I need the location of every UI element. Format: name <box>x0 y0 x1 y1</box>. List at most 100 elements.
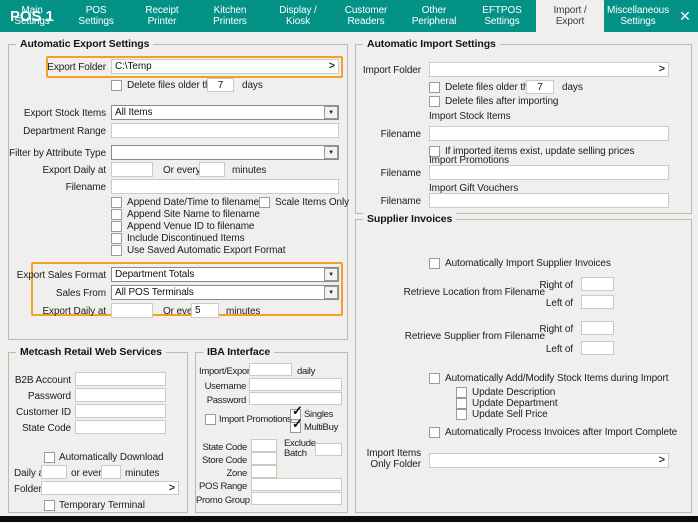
promo-group-input[interactable] <box>251 492 342 505</box>
append-datetime-checkbox[interactable] <box>111 197 122 208</box>
delete-after-import-checkbox[interactable] <box>429 96 440 107</box>
tab-other-peripheral[interactable]: Other Peripheral <box>400 0 468 32</box>
sales-from-dropdown[interactable]: All POS Terminals ▼ <box>111 285 339 300</box>
update-department-checkbox[interactable] <box>456 398 467 409</box>
dropdown-arrow-icon[interactable]: ▼ <box>324 106 338 119</box>
sales-from-label: Sales From <box>9 288 106 299</box>
pos-range-input[interactable] <box>251 478 342 491</box>
browse-folder-button[interactable]: > <box>659 64 665 75</box>
minutes-label: minutes <box>125 468 159 479</box>
every-minutes-input[interactable] <box>101 465 121 479</box>
location-right-of-input[interactable] <box>581 277 614 291</box>
checkmark-icon: ✓ <box>292 417 303 430</box>
password-label: Password <box>196 395 246 406</box>
promotions-filename-input[interactable] <box>429 165 669 180</box>
append-venue-id-checkbox[interactable] <box>111 221 122 232</box>
export-sales-format-dropdown[interactable]: Department Totals ▼ <box>111 267 339 282</box>
close-icon[interactable]: ✕ <box>672 0 698 32</box>
delete-days-input[interactable]: 7 <box>526 80 554 94</box>
scale-items-only-checkbox[interactable] <box>259 197 270 208</box>
state-code-input[interactable] <box>75 420 166 434</box>
update-sell-price-label: Update Sell Price <box>472 409 548 420</box>
vouchers-filename-label: Filename <box>356 196 421 207</box>
automatic-export-settings-panel: Automatic Export Settings Export Folder … <box>8 44 348 340</box>
auto-add-modify-checkbox[interactable] <box>429 373 440 384</box>
import-items-only-folder-field[interactable]: > <box>429 453 669 468</box>
sales-every-minutes-input[interactable]: 5 <box>191 303 219 318</box>
update-description-checkbox[interactable] <box>456 387 467 398</box>
retrieve-location-label: Retrieve Location from Filename <box>356 287 545 298</box>
auto-import-supplier-invoices-checkbox[interactable] <box>429 258 440 269</box>
include-discontinued-checkbox[interactable] <box>111 233 122 244</box>
delete-files-older-checkbox[interactable] <box>429 82 440 93</box>
import-promotions-checkbox[interactable] <box>205 414 216 425</box>
filter-attribute-label: Filter by Attribute Type <box>9 148 106 159</box>
browse-folder-button[interactable]: > <box>169 483 175 494</box>
import-folder-field[interactable]: > <box>429 62 669 77</box>
delete-files-older-checkbox[interactable] <box>111 80 122 91</box>
export-folder-field[interactable]: C:\Temp > <box>111 59 339 74</box>
state-code-input[interactable] <box>251 439 277 452</box>
promotions-filename-label: Filename <box>356 168 421 179</box>
or-every-label: Or every <box>163 165 201 176</box>
export-sales-format-value: Department Totals <box>115 269 194 280</box>
import-folder-label: Import Folder <box>356 65 421 76</box>
dropdown-arrow-icon[interactable]: ▼ <box>324 146 338 159</box>
use-saved-format-checkbox[interactable] <box>111 245 122 256</box>
tab-display-kiosk[interactable]: Display / Kiosk <box>264 0 332 32</box>
browse-folder-button[interactable]: > <box>329 61 335 72</box>
store-code-input[interactable] <box>251 452 277 465</box>
tab-import-export[interactable]: Import / Export <box>536 0 604 32</box>
promo-group-label: Promo Group <box>196 495 247 506</box>
auto-import-supplier-invoices-label: Automatically Import Supplier Invoices <box>445 258 611 269</box>
multibuy-checkbox[interactable]: ✓ <box>290 422 301 433</box>
export-filename-input[interactable] <box>111 179 339 194</box>
vouchers-filename-input[interactable] <box>429 193 669 208</box>
panel-title: Automatic Import Settings <box>363 38 500 50</box>
temporary-terminal-checkbox[interactable] <box>44 500 55 511</box>
sales-from-value: All POS Terminals <box>115 287 194 298</box>
username-input[interactable] <box>249 378 342 391</box>
state-code-label: State Code <box>196 442 247 453</box>
b2b-account-input[interactable] <box>75 372 166 386</box>
supplier-left-of-input[interactable] <box>581 341 614 355</box>
tab-receipt-printer[interactable]: Receipt Printer <box>128 0 196 32</box>
customer-id-input[interactable] <box>75 404 166 418</box>
sales-minutes-label: minutes <box>226 306 260 317</box>
import-items-only-folder-label: Import Items Only Folder <box>356 448 421 470</box>
export-every-minutes-input[interactable] <box>199 162 225 177</box>
tab-miscellaneous-settings[interactable]: Miscellaneous Settings <box>604 0 672 32</box>
export-stock-items-dropdown[interactable]: All Items ▼ <box>111 105 339 120</box>
tab-eftpos-settings[interactable]: EFTPOS Settings <box>468 0 536 32</box>
title-bar: POS 1 Main Settings POS Settings Receipt… <box>0 0 698 32</box>
tab-bar: Main Settings POS Settings Receipt Print… <box>0 0 672 32</box>
department-range-input[interactable] <box>111 123 339 138</box>
supplier-right-of-input[interactable] <box>581 321 614 335</box>
import-export-input[interactable] <box>249 363 292 376</box>
zone-input[interactable] <box>251 465 277 478</box>
location-left-of-input[interactable] <box>581 295 614 309</box>
update-sell-price-checkbox[interactable] <box>456 409 467 420</box>
sales-export-daily-time-input[interactable] <box>111 303 153 318</box>
tab-kitchen-printers[interactable]: Kitchen Printers <box>196 0 264 32</box>
tab-customer-readers[interactable]: Customer Readers <box>332 0 400 32</box>
location-left-of-label: Left of <box>506 298 573 309</box>
import-export-label: Import/Export <box>199 366 252 377</box>
password-input[interactable] <box>75 388 166 402</box>
daily-at-input[interactable] <box>41 465 67 479</box>
filter-attribute-dropdown[interactable]: ▼ <box>111 145 339 160</box>
folder-field[interactable]: > <box>41 481 179 495</box>
auto-process-invoices-checkbox[interactable] <box>429 427 440 438</box>
dropdown-arrow-icon[interactable]: ▼ <box>324 268 338 281</box>
dropdown-arrow-icon[interactable]: ▼ <box>324 286 338 299</box>
exclude-batch-input[interactable] <box>315 443 342 456</box>
stock-filename-input[interactable] <box>429 126 669 141</box>
append-site-name-checkbox[interactable] <box>111 209 122 220</box>
tab-main-settings[interactable]: Main Settings <box>0 0 64 32</box>
browse-folder-button[interactable]: > <box>659 455 665 466</box>
tab-pos-settings[interactable]: POS Settings <box>64 0 128 32</box>
delete-days-input[interactable]: 7 <box>207 78 234 92</box>
pos-settings-window: POS 1 Main Settings POS Settings Receipt… <box>0 0 698 524</box>
auto-download-checkbox[interactable] <box>44 452 55 463</box>
export-daily-time-input[interactable] <box>111 162 153 177</box>
